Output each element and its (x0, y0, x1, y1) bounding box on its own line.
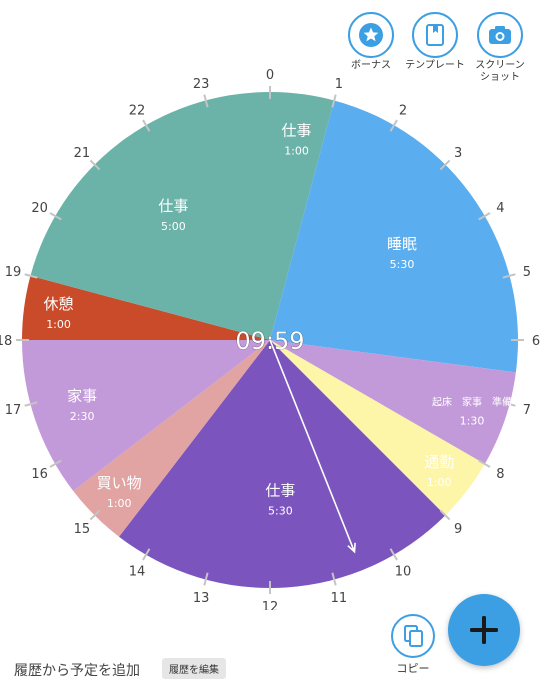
hour-label: 10 (395, 564, 412, 579)
hour-label: 0 (266, 68, 274, 83)
segment-duration: 1:00 (284, 144, 309, 157)
hour-label: 21 (74, 146, 91, 161)
segment-title: 仕事 (265, 481, 295, 499)
hour-label: 17 (5, 403, 22, 418)
segment-duration: 1:00 (107, 497, 132, 510)
hour-label: 14 (129, 564, 146, 579)
segment-title: 買い物 (97, 474, 142, 492)
screenshot-button[interactable]: スクリーン ショット (470, 12, 530, 84)
segment-title: 仕事 (282, 121, 312, 139)
segment-title: 起床 家事 準備 (432, 396, 512, 409)
hour-label: 23 (193, 77, 210, 92)
bonus-label: ボーナス (351, 60, 391, 71)
segment-title: 休憩 (44, 295, 74, 313)
segment-duration: 5:30 (390, 258, 415, 271)
hour-label: 5 (523, 265, 531, 280)
plus-icon (470, 616, 498, 644)
hour-label: 3 (454, 146, 462, 161)
hour-label: 2 (399, 104, 407, 119)
segment-duration: 1:00 (427, 476, 452, 489)
segment-duration: 1:00 (46, 318, 71, 331)
hour-label: 6 (532, 334, 540, 349)
hour-label: 7 (523, 403, 531, 418)
segment-duration: 5:00 (161, 220, 186, 233)
segment-duration: 2:30 (70, 410, 95, 423)
segment-title: 通勤 (424, 453, 454, 471)
hour-label: 22 (129, 104, 146, 119)
copy-button[interactable]: コピー (386, 614, 440, 676)
hour-label: 11 (331, 591, 348, 606)
hour-label: 9 (454, 522, 462, 537)
screenshot-label-line1: スクリーン (475, 60, 525, 71)
hour-label: 20 (31, 201, 48, 216)
book-icon (426, 24, 444, 46)
edit-history-button[interactable]: 履歴を編集 (162, 658, 226, 679)
add-button[interactable] (448, 594, 520, 666)
hour-label: 13 (193, 591, 210, 606)
hour-label: 16 (31, 467, 48, 482)
camera-icon (489, 26, 511, 44)
schedule-pie-chart[interactable]: 01234567891011121314151617181920212223仕事… (0, 0, 542, 610)
hour-label: 18 (0, 334, 12, 349)
screenshot-label-line2: ショット (480, 72, 520, 83)
bonus-button[interactable]: ボーナス (341, 12, 401, 72)
template-button[interactable]: テンプレート (405, 12, 465, 72)
segment-title: 仕事 (158, 197, 188, 215)
copy-label: コピー (396, 662, 430, 675)
hour-label: 19 (5, 265, 22, 280)
segment-duration: 5:30 (268, 504, 293, 517)
add-from-history-link[interactable]: 履歴から予定を追加 (14, 660, 140, 680)
copy-icon (404, 625, 423, 647)
segment-title: 家事 (67, 387, 97, 405)
hour-label: 4 (496, 201, 504, 216)
center-time: 09:59 (235, 327, 304, 355)
segment-title: 睡眠 (387, 235, 417, 253)
hour-label: 8 (496, 467, 504, 482)
star-icon (359, 23, 383, 47)
template-label: テンプレート (405, 60, 465, 71)
segment-duration: 1:30 (460, 415, 485, 428)
hour-label: 1 (335, 77, 343, 92)
hour-label: 15 (74, 522, 91, 537)
hour-label: 12 (262, 600, 279, 610)
